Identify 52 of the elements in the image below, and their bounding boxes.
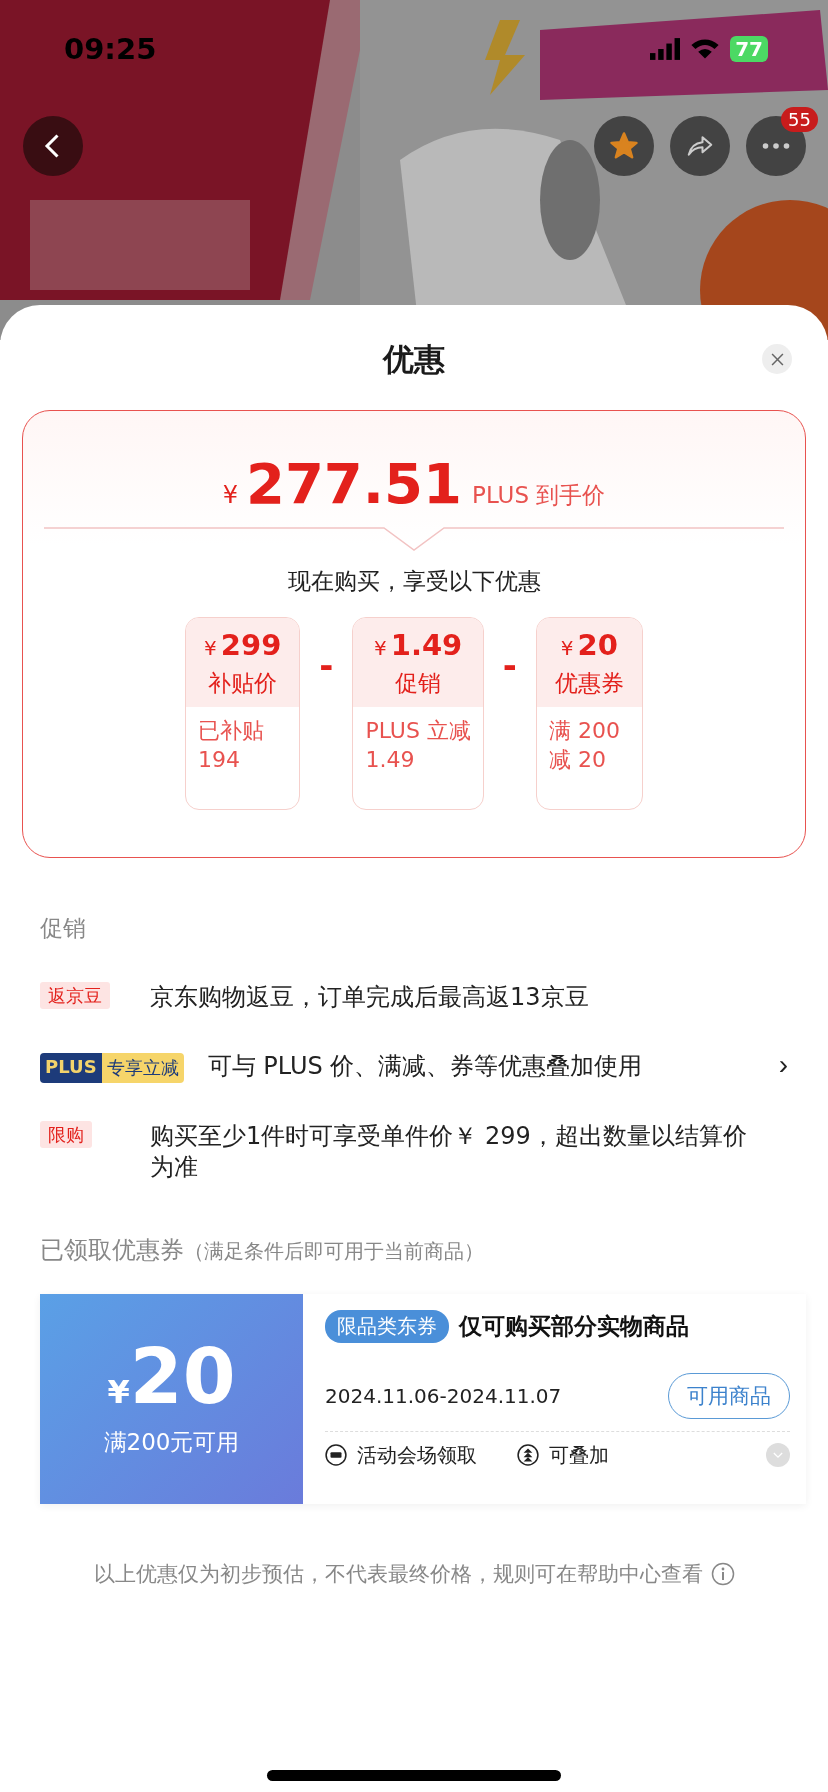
more-icon xyxy=(762,142,790,150)
discount-amount: 1.49 xyxy=(390,628,463,662)
promo-text: 京东购物返豆，订单完成后最高返13京豆 xyxy=(150,982,590,1013)
promo-tag: 返京豆 xyxy=(40,982,110,1009)
battery-level: 77 xyxy=(730,36,768,62)
coupon-tag: 限品类东券 xyxy=(325,1309,449,1343)
discount-amount: 299 xyxy=(220,628,282,662)
discount-name: 优惠券 xyxy=(554,669,624,698)
minus-sign: - xyxy=(318,645,335,685)
info-icon[interactable] xyxy=(710,1561,735,1586)
validity-dates: 2024.11.06-2024.11.07 xyxy=(325,1383,562,1408)
coupon-amount: 20 xyxy=(129,1339,236,1416)
discount-name: 促销 xyxy=(394,669,443,698)
promo-tag: 限购 xyxy=(40,1121,92,1149)
clock-time: 09:25 xyxy=(64,32,157,66)
minus-sign: - xyxy=(501,645,518,685)
discount-detail: PLUS 立减 1.49 xyxy=(364,717,472,774)
tag-label: 专享立减 xyxy=(101,1053,184,1084)
promo-text: 购买至少1件时可享受单件价￥ 299，超出数量以结算价为准 xyxy=(150,1121,748,1184)
promo-text: 可与 PLUS 价、满减、券等优惠叠加使用 xyxy=(207,1051,644,1083)
coupon-title: 仅可购买部分实物商品 xyxy=(459,1311,689,1341)
price-value: 277.51 xyxy=(245,451,463,516)
chevron-button[interactable]: › xyxy=(778,1051,788,1080)
close-icon xyxy=(770,352,784,366)
discount-name: 补贴价 xyxy=(207,669,279,698)
offer-subtitle: 现在购买，享受以下优惠 xyxy=(287,567,541,596)
plus-label: PLUS xyxy=(40,1053,102,1084)
disclaimer-text: 以上优惠仅为初步预估，不代表最终价格，规则可在帮助中心查看 xyxy=(93,1560,703,1588)
star-icon xyxy=(609,131,639,161)
currency-sign: ¥ xyxy=(204,636,217,660)
wifi-icon xyxy=(690,38,721,60)
discount-amount: 20 xyxy=(577,628,618,662)
discount-detail: 已补贴 194 xyxy=(197,717,266,774)
heading-note: （满足条件后即可用于当前商品） xyxy=(184,1238,484,1263)
currency-sign: ¥ xyxy=(560,636,574,660)
signal-icon xyxy=(650,38,681,60)
price-label: PLUS 到手价 xyxy=(472,481,606,510)
feature-label: 活动会场领取 xyxy=(357,1441,477,1469)
chevron-down-icon xyxy=(773,1451,783,1459)
currency-sign: ¥ xyxy=(107,1373,130,1412)
currency-sign: ¥ xyxy=(374,636,387,660)
discount-detail: 满 200 减 20 xyxy=(547,717,621,774)
sheet-title: 优惠 xyxy=(383,340,445,379)
section-heading: 促销 xyxy=(40,914,87,943)
usable-items-button[interactable]: 可用商品 xyxy=(668,1372,790,1419)
currency-sign: ¥ xyxy=(222,481,238,509)
section-heading: 已领取优惠券 xyxy=(40,1235,184,1264)
layers-icon xyxy=(517,1444,539,1467)
close-button[interactable] xyxy=(762,344,792,374)
ticket-icon xyxy=(325,1444,347,1467)
coupon-condition: 满200元可用 xyxy=(103,1428,240,1458)
feature-label: 可叠加 xyxy=(549,1441,609,1469)
